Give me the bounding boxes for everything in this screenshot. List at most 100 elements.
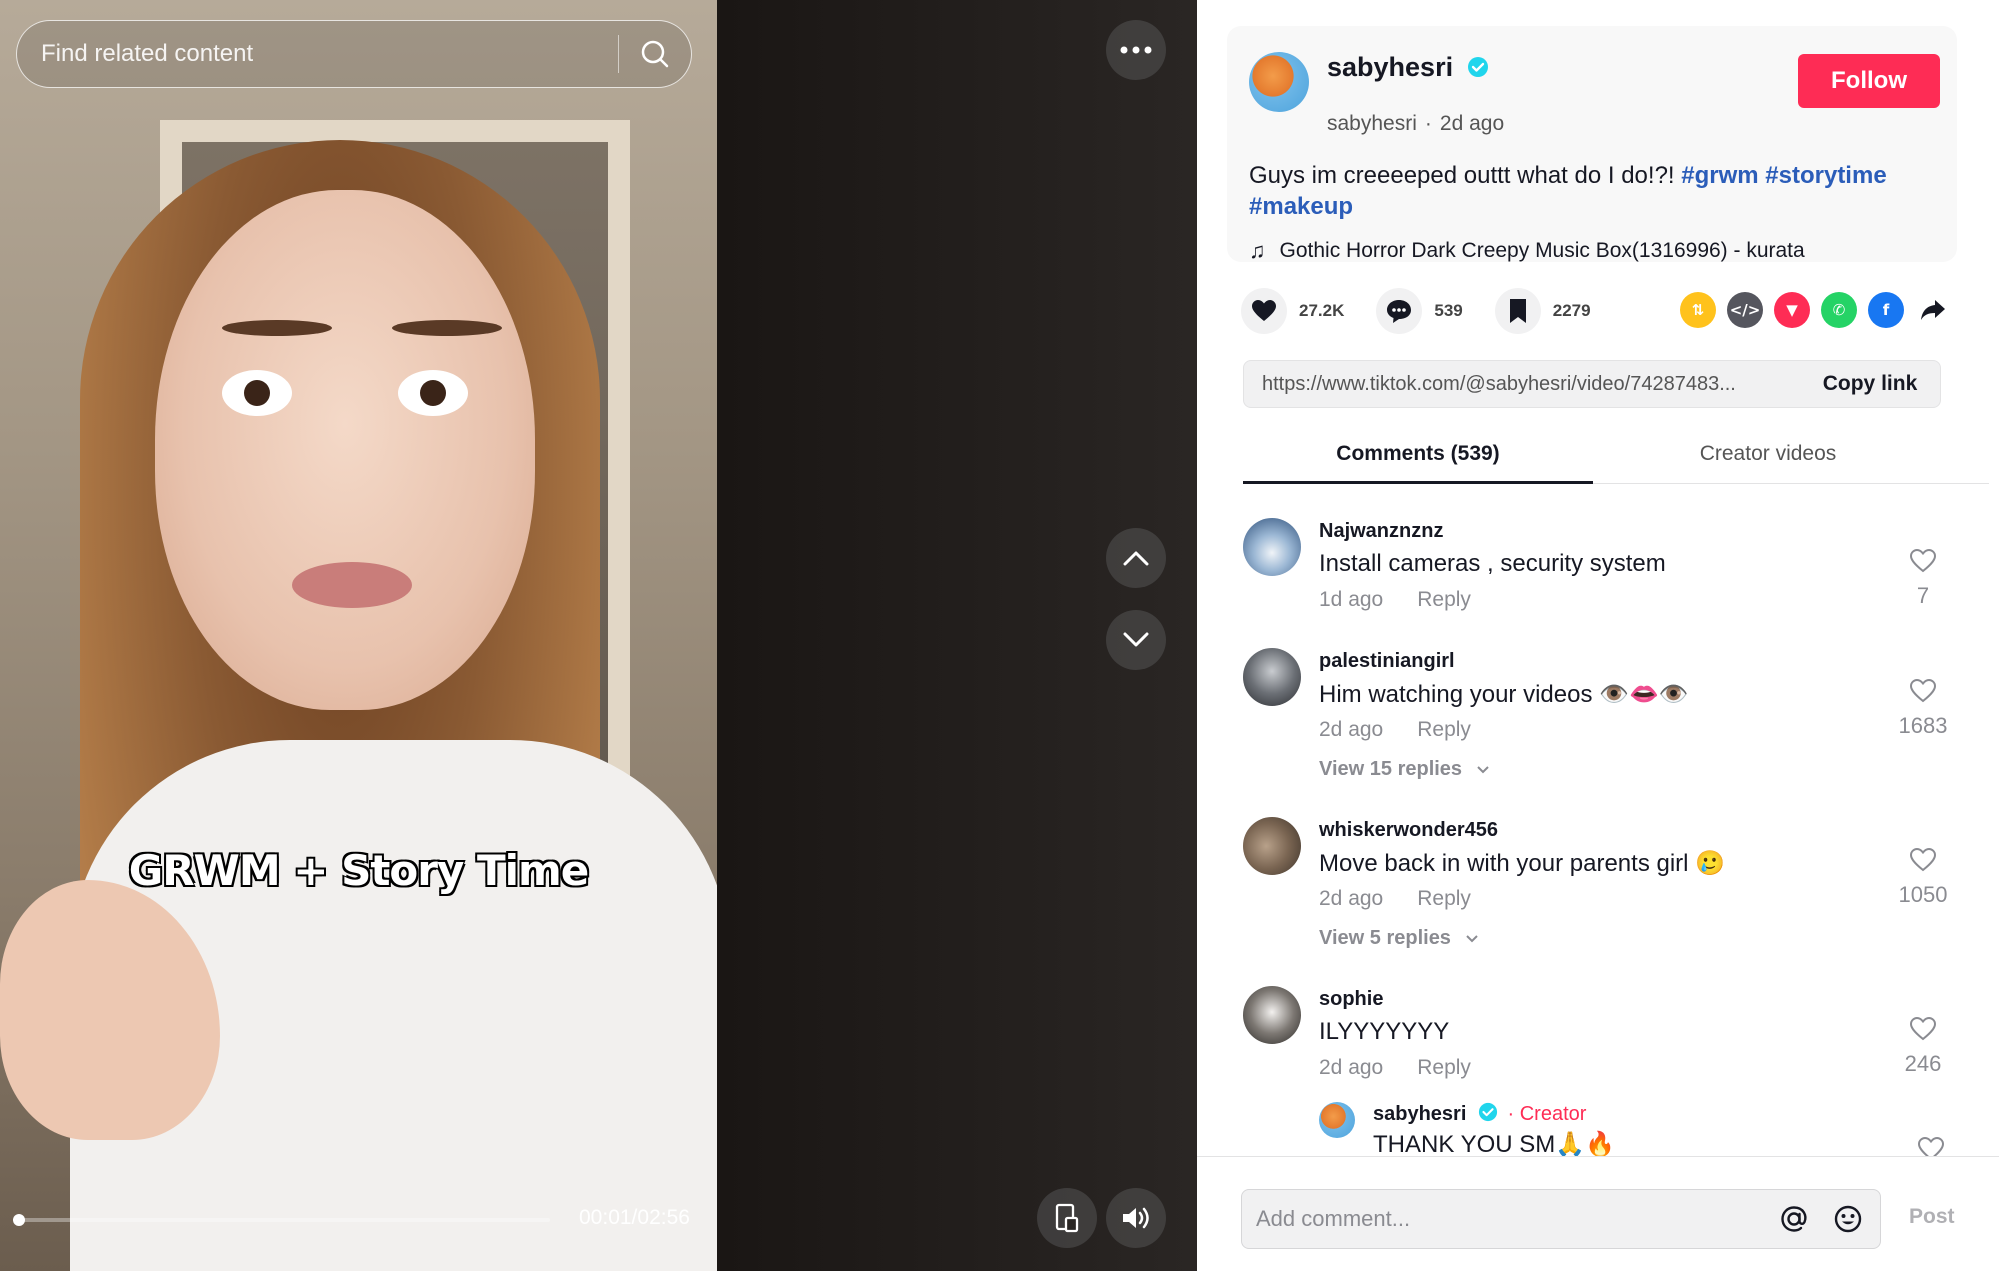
- reply-button[interactable]: Reply: [1417, 588, 1471, 611]
- search-input[interactable]: [17, 40, 618, 68]
- comment-time: 1d ago: [1319, 588, 1384, 611]
- heart-outline-icon: [1909, 548, 1937, 573]
- like-count: 27.2K: [1299, 301, 1345, 320]
- commenter-avatar[interactable]: [1243, 817, 1301, 875]
- more-horizontal-icon: [1120, 46, 1152, 54]
- video-subject-brow: [392, 320, 502, 336]
- whatsapp-icon[interactable]: ✆: [1821, 292, 1857, 328]
- author-avatar[interactable]: [1249, 52, 1309, 112]
- volume-button[interactable]: [1106, 1188, 1166, 1248]
- next-video-button[interactable]: [1106, 610, 1166, 670]
- view-replies-label[interactable]: View 15 replies: [1319, 758, 1462, 780]
- creator-badge: · Creator: [1507, 1103, 1587, 1125]
- commenter-avatar[interactable]: [1243, 518, 1301, 576]
- comment-like-button[interactable]: 246: [1893, 1016, 1953, 1077]
- reply-button[interactable]: Reply: [1417, 887, 1471, 910]
- more-options-button[interactable]: [1106, 20, 1166, 80]
- hashtag-link[interactable]: #makeup: [1249, 193, 1353, 220]
- view-replies-label[interactable]: View 5 replies: [1319, 927, 1451, 949]
- reply-button[interactable]: Reply: [1417, 1056, 1471, 1079]
- post-age: 2d ago: [1439, 112, 1505, 135]
- comment-like-button[interactable]: 7: [1893, 548, 1953, 609]
- post-text: Guys im creeeeped outtt what do I do!?!: [1249, 162, 1682, 189]
- details-panel: sabyhesri sabyhesri · 2d ago Follow Guys i…: [1197, 0, 1999, 1271]
- video-player[interactable]: GRWM + Story Time: [0, 0, 717, 1271]
- creator-avatar[interactable]: [1319, 1102, 1355, 1138]
- previous-video-button[interactable]: [1106, 528, 1166, 588]
- view-replies-button[interactable]: View 15 replies: [1319, 758, 1490, 781]
- commenter-username[interactable]: Najwanznznz: [1319, 520, 1443, 543]
- commenter-username[interactable]: sophie: [1319, 988, 1383, 1011]
- post-comment-button[interactable]: Post: [1909, 1205, 1955, 1229]
- commenter-username[interactable]: palestiniangirl: [1319, 650, 1455, 673]
- search-icon: [641, 40, 669, 68]
- send-to-friends-icon[interactable]: ▼: [1774, 292, 1810, 328]
- follow-button[interactable]: Follow: [1798, 54, 1940, 108]
- tab-comments[interactable]: Comments (539): [1243, 430, 1593, 484]
- post-info-card: sabyhesri sabyhesri · 2d ago Follow Guys i…: [1227, 26, 1957, 264]
- comment-text: Move back in with your parents girl 🥲: [1319, 850, 1726, 877]
- view-replies-button[interactable]: View 5 replies: [1319, 927, 1479, 950]
- engagement-stats: 27.2K 539 2279: [1241, 286, 1623, 336]
- comment-list[interactable]: Najwanznznz Install cameras , security s…: [1243, 510, 1959, 1156]
- save-button[interactable]: 2279: [1494, 288, 1591, 334]
- reply-username[interactable]: sabyhesri: [1373, 1103, 1466, 1125]
- reply-author[interactable]: sabyhesri · Creator: [1373, 1102, 1586, 1126]
- find-related-search: [16, 20, 692, 88]
- heart-outline-icon: [1909, 847, 1937, 872]
- reply-button[interactable]: Reply: [1417, 718, 1471, 741]
- video-subject-brow: [222, 320, 332, 336]
- music-note-icon: ♫: [1249, 238, 1266, 263]
- repost-icon[interactable]: ⇅: [1680, 292, 1716, 328]
- author-name[interactable]: sabyhesri: [1327, 52, 1489, 83]
- comment-text: Him watching your videos 👁️👄👁️: [1319, 681, 1689, 708]
- heart-icon: [1241, 288, 1287, 334]
- music-link[interactable]: ♫ Gothic Horror Dark Creepy Music Box(13…: [1249, 238, 1805, 264]
- comment-like-button[interactable]: 1050: [1893, 847, 1953, 908]
- author-subtitle: sabyhesri · 2d ago: [1327, 112, 1505, 135]
- search-button[interactable]: [619, 20, 691, 88]
- share-link-url[interactable]: https://www.tiktok.com/@sabyhesri/video/…: [1244, 373, 1800, 396]
- commenter-avatar[interactable]: [1243, 986, 1301, 1044]
- comment-meta: 2d ago Reply: [1319, 1056, 1471, 1080]
- copy-link-button[interactable]: Copy link: [1800, 372, 1940, 396]
- hashtag-link[interactable]: #storytime: [1765, 162, 1886, 189]
- emoji-button[interactable]: [1826, 1197, 1870, 1241]
- comment-time: 2d ago: [1319, 887, 1384, 910]
- floating-player-button[interactable]: [1037, 1188, 1097, 1248]
- chevron-down-icon: [1123, 632, 1149, 647]
- picture-in-picture-icon: [1055, 1203, 1079, 1233]
- mention-button[interactable]: [1772, 1197, 1816, 1241]
- reply-text: THANK YOU SM🙏🔥: [1373, 1131, 1616, 1156]
- tab-creator-videos[interactable]: Creator videos: [1593, 430, 1943, 483]
- bookmark-icon: [1494, 288, 1541, 334]
- embed-icon[interactable]: </>: [1727, 292, 1763, 328]
- video-stage: GRWM + Story Time Find related content 0…: [0, 0, 1197, 1271]
- comment-text: ILYYYYYYY: [1319, 1018, 1450, 1045]
- save-count: 2279: [1552, 301, 1591, 320]
- music-title[interactable]: Gothic Horror Dark Creepy Music Box(1316…: [1280, 239, 1805, 263]
- chevron-down-icon: [1476, 766, 1489, 774]
- emoji-smile-icon: [1834, 1205, 1862, 1233]
- video-progress-bar[interactable]: [13, 1214, 550, 1226]
- author-display-name[interactable]: sabyhesri: [1327, 52, 1453, 82]
- comment-button[interactable]: 539: [1376, 288, 1463, 334]
- commenter-avatar[interactable]: [1243, 648, 1301, 706]
- share-arrow-icon[interactable]: [1915, 292, 1951, 328]
- commenter-username[interactable]: whiskerwonder456: [1319, 819, 1498, 842]
- comment-like-button[interactable]: 1683: [1893, 678, 1953, 739]
- heart-outline-icon: [1909, 1016, 1937, 1041]
- hashtag-link[interactable]: #grwm: [1681, 162, 1758, 189]
- comment-meta: 1d ago Reply: [1319, 588, 1471, 612]
- share-options: ⇅ </> ▼ ✆ f: [1669, 292, 1951, 328]
- comment-time: 2d ago: [1319, 1056, 1384, 1079]
- reply-like-button[interactable]: [1901, 1136, 1959, 1156]
- facebook-icon[interactable]: f: [1868, 292, 1904, 328]
- share-link-box: https://www.tiktok.com/@sabyhesri/video/…: [1243, 360, 1941, 408]
- video-subject-eye: [398, 370, 468, 416]
- comment-compose-bar: Post: [1197, 1156, 1999, 1271]
- comment-like-count: 1683: [1898, 713, 1948, 738]
- comment-input[interactable]: [1242, 1206, 1772, 1232]
- chevron-up-icon: [1123, 551, 1149, 566]
- like-button[interactable]: 27.2K: [1241, 288, 1344, 334]
